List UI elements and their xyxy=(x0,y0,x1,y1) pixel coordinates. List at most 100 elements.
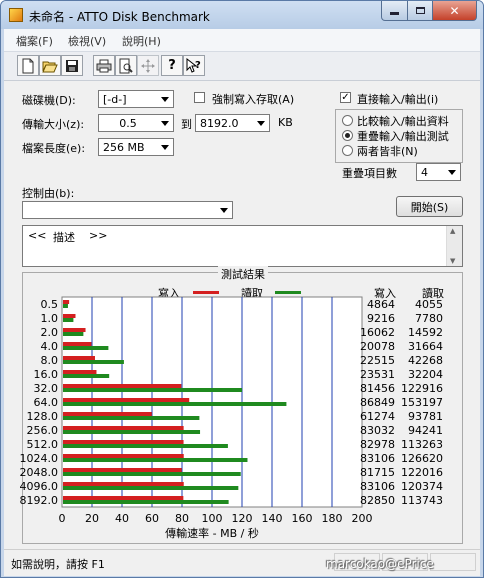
menu-file[interactable]: 檔案(F) xyxy=(16,33,53,49)
maximize-button[interactable] xyxy=(407,1,433,21)
read-value: 14592 xyxy=(408,326,443,339)
description-scrollbar[interactable] xyxy=(446,226,462,266)
app-window: 未命名 - ATTO Disk Benchmark ✕ 檔案(F) 檢視(V) … xyxy=(0,0,484,578)
write-value: 4864 xyxy=(367,298,395,311)
read-value: 94241 xyxy=(408,424,443,437)
read-bar xyxy=(63,444,228,448)
print-preview-button[interactable] xyxy=(115,55,137,76)
help-button[interactable]: ? xyxy=(161,55,183,76)
new-icon xyxy=(22,58,34,73)
controlled-by-label: 控制由(b): xyxy=(22,187,75,200)
write-value: 81456 xyxy=(360,382,395,395)
overlap-io-label: 重疊輸入/輸出測試 xyxy=(357,130,449,143)
open-icon xyxy=(42,61,58,72)
neither-radio[interactable] xyxy=(342,145,353,156)
write-value: 82850 xyxy=(360,494,395,507)
write-value: 83032 xyxy=(360,424,395,437)
print-button[interactable] xyxy=(93,55,115,76)
transfer-unit: KB xyxy=(278,116,293,129)
write-bar xyxy=(63,482,184,486)
y-tick-label: 128.0 xyxy=(27,410,59,423)
write-bar xyxy=(63,384,182,388)
file-length-select[interactable]: 256 MB xyxy=(98,138,174,156)
write-bar xyxy=(63,342,92,346)
x-tick-label: 120 xyxy=(232,512,253,525)
save-button[interactable] xyxy=(61,55,83,76)
menu-bar: 檔案(F) 檢視(V) 說明(H) xyxy=(4,29,480,52)
status-text: 如需說明，請按 F1 xyxy=(11,558,105,571)
open-button[interactable] xyxy=(39,55,61,76)
results-group: 測試結果 寫入 讀取 寫入 讀取 0 20 40 60 80 100 120 140 160 18… xyxy=(20,266,463,544)
write-bar xyxy=(63,328,86,332)
overlap-io-radio[interactable] xyxy=(342,130,353,141)
help-icon: ? xyxy=(168,58,176,73)
write-value: 23531 xyxy=(360,368,395,381)
drive-select[interactable]: [-d-] xyxy=(98,90,174,108)
description-box[interactable]: << 描述 >> xyxy=(22,225,463,267)
direct-io-label: 直接輸入/輸出(i) xyxy=(357,93,439,106)
compare-io-radio[interactable] xyxy=(342,115,353,126)
context-help-icon: ? xyxy=(186,57,201,73)
queue-depth-label: 重疊項目數 xyxy=(342,167,397,180)
chevron-down-icon xyxy=(445,165,459,179)
context-help-button[interactable]: ? xyxy=(183,55,205,76)
y-tick-label: 32.0 xyxy=(34,382,59,395)
move-button[interactable] xyxy=(137,55,159,76)
title-bar[interactable]: 未命名 - ATTO Disk Benchmark ✕ xyxy=(1,1,483,29)
drive-label: 磁碟機(D): xyxy=(22,94,76,107)
y-tick-label: 0.5 xyxy=(41,298,59,311)
x-tick-label: 20 xyxy=(85,512,99,525)
transfer-from-select[interactable]: 0.5 xyxy=(98,114,174,132)
y-tick-label: 4.0 xyxy=(41,340,59,353)
write-bar xyxy=(63,454,184,458)
y-tick-label: 2048.0 xyxy=(20,466,59,479)
read-value: 4055 xyxy=(415,298,443,311)
read-bar xyxy=(63,332,84,336)
controlled-by-select[interactable] xyxy=(22,201,233,219)
minimize-button[interactable] xyxy=(381,1,408,21)
compare-io-label: 比較輸入/輸出資料 xyxy=(357,115,449,128)
read-bar xyxy=(63,374,110,378)
save-icon xyxy=(66,59,78,72)
start-button[interactable]: 開始(S) xyxy=(396,196,463,217)
read-value: 122916 xyxy=(401,382,443,395)
transfer-to-select[interactable]: 8192.0 xyxy=(195,114,270,132)
drive-value: [-d-] xyxy=(103,93,127,106)
chevron-down-icon xyxy=(254,116,268,130)
x-tick-label: 60 xyxy=(145,512,159,525)
read-bar xyxy=(63,402,287,406)
read-bar xyxy=(63,500,229,504)
write-value: 82978 xyxy=(360,438,395,451)
start-button-label: 開始(S) xyxy=(410,200,449,214)
print-preview-icon xyxy=(119,58,133,73)
queue-depth-select[interactable]: 4 xyxy=(416,163,461,181)
main-panel: 磁碟機(D): [-d-] 強制寫入存取(A) ✓ 直接輸入/輸出(i) 傳輸大… xyxy=(4,81,480,549)
write-bar xyxy=(63,412,152,416)
read-value: 32204 xyxy=(408,368,443,381)
y-tick-label: 512.0 xyxy=(27,438,59,451)
force-write-checkbox[interactable] xyxy=(194,92,205,103)
close-button[interactable]: ✕ xyxy=(432,1,477,21)
x-tick-label: 140 xyxy=(262,512,283,525)
desc-prev[interactable]: << xyxy=(28,229,46,242)
x-tick-label: 180 xyxy=(322,512,343,525)
menu-view[interactable]: 檢視(V) xyxy=(68,33,106,49)
write-bar xyxy=(63,314,76,318)
new-button[interactable] xyxy=(17,55,39,76)
neither-label: 兩者皆非(N) xyxy=(357,145,418,158)
read-value: 113743 xyxy=(401,494,443,507)
read-bar xyxy=(63,458,248,462)
queue-depth-value: 4 xyxy=(421,166,428,179)
read-value: 93781 xyxy=(408,410,443,423)
transfer-size-label: 傳輸大小(z): xyxy=(22,118,85,131)
desc-next[interactable]: >> xyxy=(89,229,107,242)
read-value: 120374 xyxy=(401,480,443,493)
read-value: 31664 xyxy=(408,340,443,353)
read-bar xyxy=(63,346,109,350)
read-bar xyxy=(63,416,200,420)
menu-help[interactable]: 說明(H) xyxy=(122,33,161,49)
y-tick-label: 16.0 xyxy=(34,368,59,381)
read-value: 42268 xyxy=(408,354,443,367)
read-bar xyxy=(63,486,239,490)
direct-io-checkbox[interactable]: ✓ xyxy=(340,92,351,103)
